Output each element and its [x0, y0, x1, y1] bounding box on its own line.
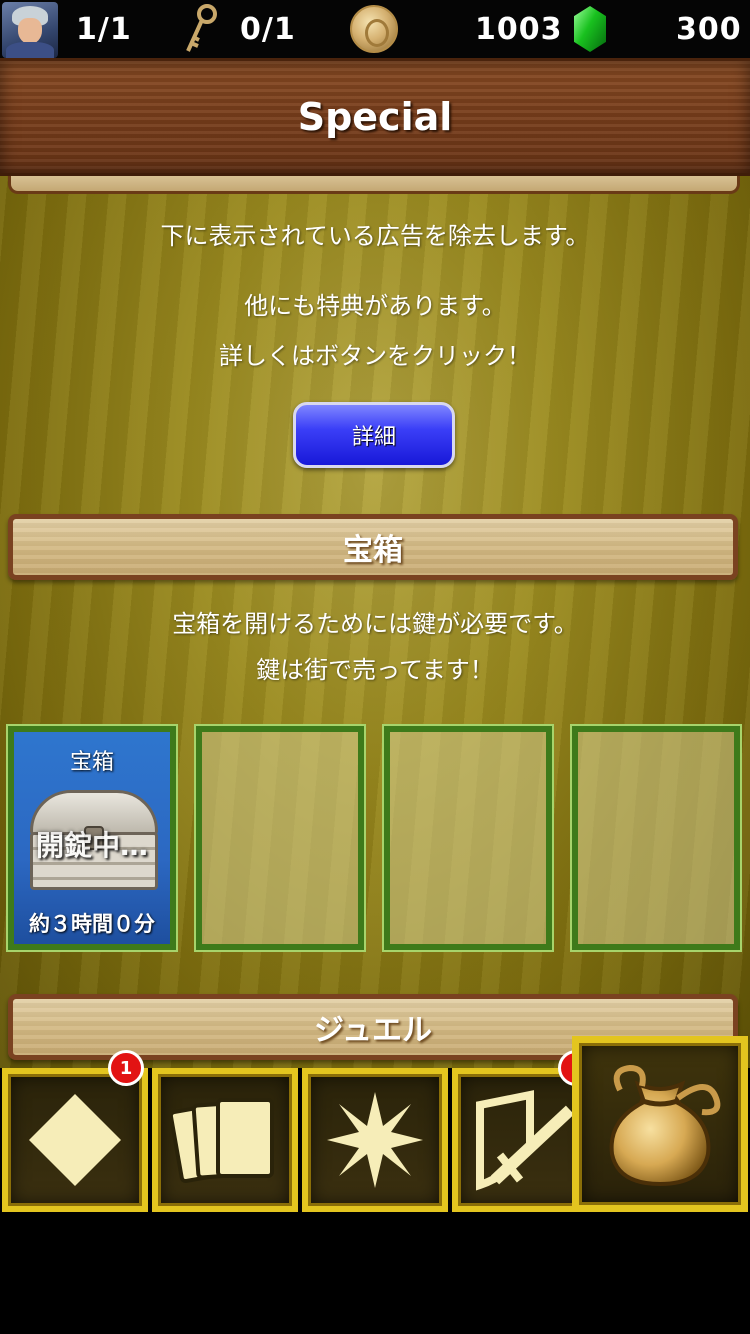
- notification-badge: 1: [108, 1050, 144, 1086]
- jewel-section-title: ジュエル: [314, 1013, 432, 1048]
- gem-icon: [574, 0, 606, 58]
- chest-slot-4[interactable]: [570, 724, 742, 952]
- bonus-text: 他にも特典があります。: [244, 292, 506, 320]
- cards-icon: [170, 1098, 274, 1184]
- key-counter: 0/1: [240, 0, 296, 58]
- stamina-counter: 1/1: [76, 0, 132, 58]
- tab-diamond[interactable]: [2, 1068, 148, 1212]
- bottom-empty-area: [0, 1214, 750, 1334]
- coin-value: 1003: [475, 11, 563, 47]
- equipment-icon: [476, 1090, 575, 1191]
- key-icon: [180, 0, 220, 58]
- chest-slot-label: 宝箱: [69, 750, 114, 775]
- title-banner: Special: [0, 58, 750, 176]
- gem-counter: 300: [676, 0, 742, 58]
- bottom-tab-bar: 1: [0, 1036, 750, 1214]
- tab-burst[interactable]: [302, 1068, 448, 1212]
- status-bar: 1/1 0/1 1003 300: [0, 0, 750, 58]
- treasure-section-title: 宝箱: [343, 533, 403, 568]
- diamond-icon: [29, 1094, 121, 1186]
- chest-slot-1[interactable]: 宝箱 開錠中… 約３時間０分: [6, 724, 178, 952]
- chest-timer: 約３時間０分: [29, 912, 155, 936]
- coin-counter: 1003: [475, 0, 563, 58]
- treasure-section-header: 宝箱: [8, 514, 738, 580]
- click-hint-text: 詳しくはボタンをクリック！: [219, 342, 531, 370]
- tab-bag[interactable]: [572, 1036, 748, 1212]
- detail-button[interactable]: 詳細: [293, 402, 455, 468]
- page-title: Special: [297, 95, 453, 139]
- key-shop-text: 鍵は街で売ってます！: [256, 656, 494, 684]
- chest-slot-3[interactable]: [382, 724, 554, 952]
- chest-slot-2[interactable]: [194, 724, 366, 952]
- bag-icon: [609, 1064, 721, 1187]
- key-required-text: 宝箱を開けるためには鍵が必要です。: [172, 610, 578, 638]
- gem-value: 300: [676, 11, 742, 47]
- player-avatar[interactable]: [2, 2, 58, 58]
- chest-unlock-status: 開錠中…: [35, 829, 148, 862]
- main-panel: Special 下に表示されている広告を除去します。 他にも特典があります。 詳…: [0, 58, 750, 1068]
- key-value: 0/1: [240, 11, 296, 47]
- burst-icon: [327, 1092, 423, 1188]
- stamina-value: 1/1: [76, 11, 132, 47]
- title-banner-trim: [8, 176, 740, 194]
- tab-cards[interactable]: [152, 1068, 298, 1212]
- ad-removal-text: 下に表示されている広告を除去します。: [160, 222, 590, 250]
- coin-icon: [350, 0, 398, 58]
